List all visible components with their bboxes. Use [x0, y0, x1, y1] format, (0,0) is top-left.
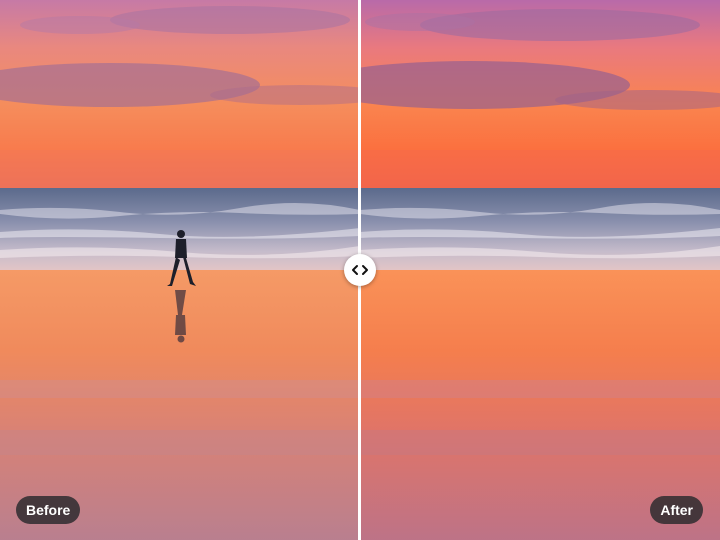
- comparison-drag-handle[interactable]: [344, 254, 376, 286]
- before-label: Before: [16, 496, 81, 524]
- after-label: After: [650, 496, 703, 524]
- chevron-left-right-icon: [352, 265, 368, 275]
- after-photo-scene: [360, 0, 720, 540]
- after-image: [360, 0, 720, 540]
- before-after-comparison[interactable]: Before After: [0, 0, 720, 540]
- before-photo-scene: [0, 0, 360, 540]
- before-image: [0, 0, 360, 540]
